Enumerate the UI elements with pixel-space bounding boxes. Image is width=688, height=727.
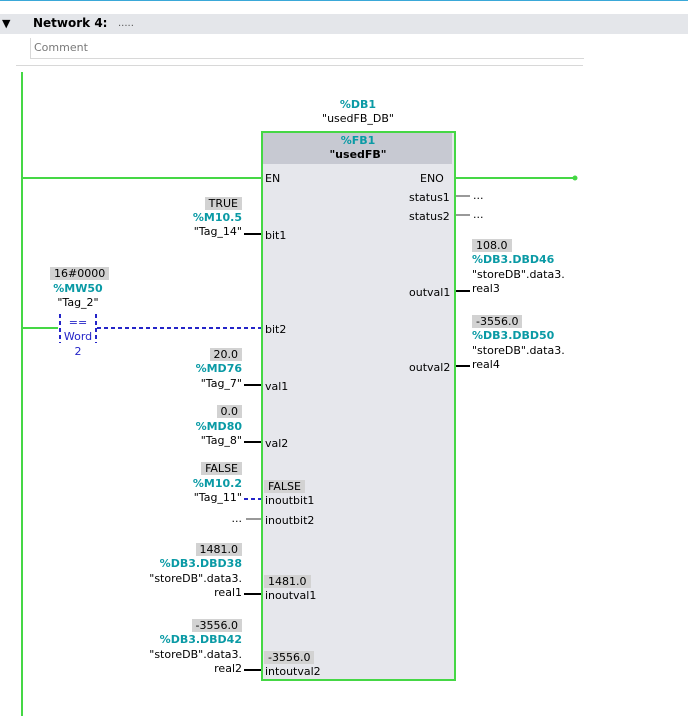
inoutval1-tag-line2[interactable]: real1: [130, 586, 242, 599]
status1-placeholder[interactable]: ...: [473, 189, 484, 202]
pin-outval1: outval1: [409, 286, 451, 299]
intoutval2-tag-line2[interactable]: real2: [130, 662, 242, 675]
status2-placeholder[interactable]: ...: [473, 208, 484, 221]
pin-en: EN: [265, 172, 281, 185]
pin-eno: ENO: [420, 172, 444, 185]
outval1-tag-line2[interactable]: real3: [472, 282, 500, 295]
val2-tag[interactable]: "Tag_8": [150, 434, 242, 447]
eno-end-dot: [572, 175, 578, 181]
intoutval2-address: %DB3.DBD42: [159, 633, 242, 646]
compare-operand[interactable]: 16#0000: [50, 267, 110, 280]
outval1-operand[interactable]: 108.0: [472, 239, 512, 252]
intoutval2-inner-value-box: -3556.0: [264, 651, 315, 664]
pin-intoutval2: intoutval2: [265, 665, 321, 678]
inoutval1-inner-value: 1481.0: [264, 575, 311, 588]
inoutbit1-inner-value-box: FALSE: [264, 480, 305, 493]
compare-address: %MW50: [53, 282, 103, 295]
pin-status2: status2: [409, 210, 450, 223]
inoutbit2-placeholder[interactable]: ...: [200, 512, 243, 525]
inoutbit1-operand[interactable]: FALSE: [150, 462, 242, 475]
val1-value: 20.0: [209, 348, 242, 361]
intoutval2-value: -3556.0: [191, 619, 242, 632]
val2-address: %MD80: [195, 420, 242, 433]
pin-outval2: outval2: [409, 361, 451, 374]
inoutval1-value: 1481.0: [195, 543, 242, 556]
pin-bit2: bit2: [265, 323, 287, 336]
inoutval1-tag-line1[interactable]: "storeDB".data3.: [130, 572, 242, 585]
inoutbit1-value: FALSE: [201, 462, 242, 475]
outval1-address: %DB3.DBD46: [472, 253, 555, 266]
bit1-tag[interactable]: "Tag_14": [150, 225, 242, 238]
val2-value: 0.0: [216, 405, 242, 418]
inoutval1-inner-value-box: 1481.0: [264, 575, 311, 588]
pin-val2: val2: [265, 437, 289, 450]
fb-name[interactable]: "usedFB": [300, 148, 416, 161]
inoutbit1-address: %M10.2: [192, 477, 242, 490]
outval2-operand[interactable]: -3556.0: [472, 315, 523, 328]
outval2-address: %DB3.DBD50: [472, 329, 555, 342]
pin-status1: status1: [409, 191, 450, 204]
inoutval1-operand[interactable]: 1481.0: [130, 543, 242, 556]
val1-tag[interactable]: "Tag_7": [150, 377, 242, 390]
intoutval2-tag-line1[interactable]: "storeDB".data3.: [130, 648, 242, 661]
outval1-tag-line1[interactable]: "storeDB".data3.: [472, 268, 565, 281]
pin-inoutval1: inoutval1: [265, 589, 317, 602]
intoutval2-inner-value: -3556.0: [264, 651, 315, 664]
intoutval2-operand[interactable]: -3556.0: [130, 619, 242, 632]
inoutbit1-inner-value: FALSE: [264, 480, 305, 493]
instance-db-name[interactable]: "usedFB_DB": [300, 112, 416, 125]
inoutval1-address: %DB3.DBD38: [159, 557, 242, 570]
pin-bit1: bit1: [265, 229, 287, 242]
pin-inoutbit1: inoutbit1: [265, 494, 315, 507]
compare-type[interactable]: Word: [58, 330, 98, 343]
outval2-tag-line2[interactable]: real4: [472, 358, 500, 371]
outval2-value: -3556.0: [472, 315, 523, 328]
inoutbit1-tag[interactable]: "Tag_11": [150, 491, 242, 504]
bit1-address: %M10.5: [192, 211, 242, 224]
bit1-value: TRUE: [204, 197, 242, 210]
val1-operand[interactable]: 20.0: [150, 348, 242, 361]
compare-value: 16#0000: [50, 267, 110, 280]
bit1-operand[interactable]: TRUE: [150, 197, 242, 210]
val1-address: %MD76: [195, 362, 242, 375]
instance-db-address: %DB1: [339, 98, 377, 111]
compare-tag[interactable]: "Tag_2": [50, 296, 106, 309]
outval1-value: 108.0: [472, 239, 512, 252]
outval2-tag-line1[interactable]: "storeDB".data3.: [472, 344, 565, 357]
pin-inoutbit2: inoutbit2: [265, 514, 315, 527]
compare-operator: ==: [68, 316, 88, 329]
pin-val1: val1: [265, 380, 289, 393]
compare-param[interactable]: 2: [58, 345, 98, 358]
fb-address: %FB1: [340, 134, 376, 147]
val2-operand[interactable]: 0.0: [150, 405, 242, 418]
